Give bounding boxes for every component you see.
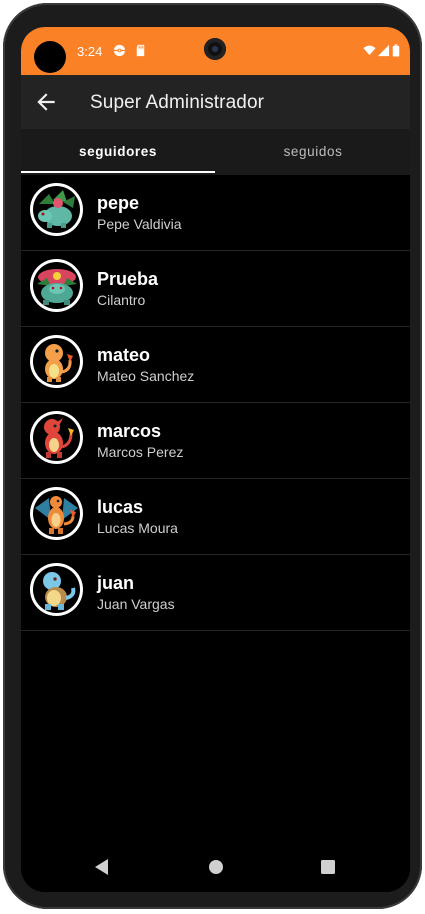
status-bar: 3:24 [21,27,410,75]
list-item[interactable]: pepe Pepe Valdivia [21,175,410,251]
tab-indicator [21,171,215,173]
app-bar: Super Administrador [21,75,410,129]
list-item[interactable]: lucas Lucas Moura [21,479,410,555]
username: juan [97,573,135,593]
username: mateo [97,345,151,365]
list-item[interactable]: marcos Marcos Perez [21,403,410,479]
full-name: Mateo Sanchez [97,368,195,384]
sd-card-icon [136,44,145,57]
full-name: Pepe Valdivia [97,216,182,232]
page-title: Super Administrador [90,92,265,113]
list-item[interactable]: Prueba Cilantro [21,251,410,327]
list-item[interactable]: mateo Mateo Sanchez [21,327,410,403]
home-circle-icon[interactable] [208,858,224,876]
tab-seguidores[interactable]: seguidores [21,129,215,175]
avatar [30,487,83,540]
front-camera-icon [204,38,226,60]
tab-bar: seguidores seguidos [21,129,410,175]
device-frame: 3:24 Super Administrador seguidores segu… [3,3,422,909]
avatar [30,259,83,312]
back-triangle-icon[interactable] [94,858,110,876]
avatar [30,335,83,388]
wifi-icon [363,45,376,56]
full-name: Lucas Moura [97,520,178,536]
username: pepe [97,193,140,213]
squirtle-icon [43,572,76,610]
avatar [30,563,83,616]
username: lucas [97,497,144,517]
full-name: Cilantro [97,292,146,308]
battery-icon [392,44,400,57]
charizard-icon [35,496,78,534]
full-name: Juan Vargas [97,596,175,612]
pokeball-notification-icon [113,44,126,57]
recents-square-icon[interactable] [320,858,336,876]
navigation-bar [21,842,410,892]
signal-icon [377,44,390,57]
full-name: Marcos Perez [97,444,184,460]
username: Prueba [97,269,159,289]
venusaur-icon [37,269,77,305]
device-screen: 3:24 Super Administrador seguidores segu… [21,27,410,892]
tab-seguidos[interactable]: seguidos [216,129,410,175]
followers-list: pepe Pepe Valdivia Prueba Cilantro mateo… [21,175,410,631]
arrow-back-icon[interactable] [33,89,59,115]
list-item[interactable]: juan Juan Vargas [21,555,410,631]
avatar [30,183,83,236]
charmander-icon [45,344,73,382]
username: marcos [97,421,162,441]
camera-hole-icon [34,41,66,73]
avatar [30,411,83,464]
status-time: 3:24 [77,44,103,59]
charmeleon-icon [44,418,74,458]
ivysaur-icon [38,190,75,228]
